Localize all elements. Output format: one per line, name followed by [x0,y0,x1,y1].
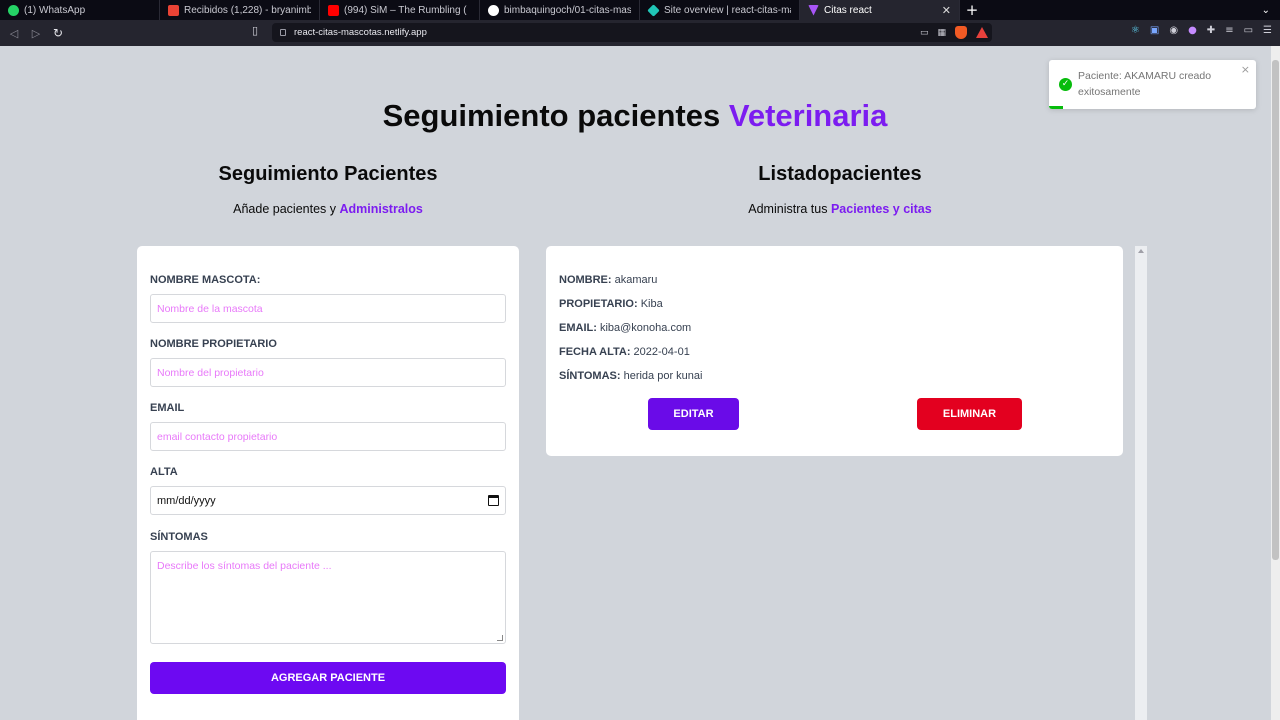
extension-circle-icon[interactable]: ◉ [1169,25,1178,36]
symptoms-placeholder: Describe los síntomas del paciente ... [157,560,332,572]
tab-youtube[interactable]: (994) SiM – The Rumbling ( [320,0,480,20]
patient-email-row: EMAIL: kiba@konoha.com [559,322,692,334]
cast-icon[interactable]: ▭ [920,28,929,38]
translate-icon[interactable]: ▣ [1150,25,1159,36]
edit-button[interactable]: EDITAR [648,398,739,430]
tab-whatsapp[interactable]: (1) WhatsApp [0,0,160,20]
list-scrollbar[interactable] [1135,246,1147,720]
pet-name-input[interactable]: Nombre de la mascota [150,294,506,323]
tab-github[interactable]: bimbaquingoch/01-citas-masc [480,0,640,20]
tab-netlify[interactable]: Site overview | react-citas-ma [640,0,800,20]
brave-rewards-icon[interactable] [976,27,988,38]
scroll-up-arrow-icon[interactable] [1138,249,1144,253]
brave-shield-icon[interactable] [955,26,967,39]
menu-icon[interactable]: ☰ [1263,25,1272,36]
owner-name-input[interactable]: Nombre del propietario [150,358,506,387]
page-scrollbar[interactable] [1271,46,1280,720]
extensions-puzzle-icon[interactable]: ✚ [1207,25,1215,36]
extension-ghost-icon[interactable]: ● [1188,25,1197,36]
wallet-icon[interactable]: ▭ [1244,25,1253,36]
lock-icon [280,29,286,36]
react-devtools-icon[interactable]: ⚛ [1131,25,1140,36]
email-input[interactable]: email contacto propietario [150,422,506,451]
playlist-icon[interactable]: ≡ [1225,25,1233,36]
github-icon [488,4,499,16]
back-button[interactable]: ◁ [3,27,25,40]
patient-form: NOMBRE MASCOTA: Nombre de la mascota NOM… [137,246,519,720]
bookmark-icon[interactable]: ▯ [252,24,258,37]
form-heading: Seguimiento Pacientes [218,163,438,185]
owner-name-label: NOMBRE PROPIETARIO [150,338,277,350]
patient-date-row: FECHA ALTA: 2022-04-01 [559,346,690,358]
email-label: EMAIL [150,402,185,414]
vite-icon [808,4,819,16]
patient-card: NOMBRE: akamaru PROPIETARIO: Kiba EMAIL:… [546,246,1123,456]
symptoms-textarea[interactable]: Describe los síntomas del paciente ... [150,551,506,644]
forward-button[interactable]: ▷ [25,27,47,40]
toast-message: Paciente: AKAMARU creado exitosamente [1078,70,1212,98]
qr-icon[interactable]: ▦ [937,28,946,38]
tab-list-chevron-icon[interactable]: ⌄ [1262,5,1280,16]
success-check-icon: ✓ [1059,78,1072,91]
form-subheading: Añade pacientes y Administralos [233,202,423,216]
calendar-icon[interactable] [488,495,499,506]
date-value: mm/dd/yyyy [157,494,216,507]
patient-name-row: NOMBRE: akamaru [559,274,658,286]
page-scrollbar-thumb[interactable] [1272,60,1279,560]
gmail-icon [168,4,179,16]
toast-close-icon[interactable]: × [1241,63,1250,76]
symptoms-label: SÍNTOMAS [150,531,208,543]
address-bar[interactable]: react-citas-mascotas.netlify.app ▭ ▦ [272,23,992,42]
add-patient-button[interactable]: AGREGAR PACIENTE [150,662,506,694]
toast-progress-bar [1049,106,1064,109]
tab-citas-react[interactable]: Citas react ✕ [800,0,960,20]
patient-owner-row: PROPIETARIO: Kiba [559,298,663,310]
close-tab-icon[interactable]: ✕ [936,4,951,17]
whatsapp-icon [8,4,19,16]
date-label: ALTA [150,466,178,478]
delete-button[interactable]: ELIMINAR [917,398,1022,430]
youtube-icon [328,4,339,16]
list-subheading: Administra tus Pacientes y citas [748,202,932,216]
reload-button[interactable]: ↻ [47,26,69,40]
tab-gmail[interactable]: Recibidos (1,228) - bryanimba [160,0,320,20]
browser-tab-bar: (1) WhatsApp Recibidos (1,228) - bryanim… [0,0,1280,20]
success-toast: ✓ Paciente: AKAMARU creado exitosamente … [1049,60,1256,109]
date-input[interactable]: mm/dd/yyyy [150,486,506,515]
browser-toolbar: ◁ ▷ ↻ ▯ react-citas-mascotas.netlify.app… [0,20,1280,46]
list-heading: Listadopacientes [758,163,922,185]
pet-name-label: NOMBRE MASCOTA: [150,274,261,286]
netlify-icon [647,3,660,17]
new-tab-button[interactable]: + [960,1,984,19]
patient-symptoms-row: SÍNTOMAS: herida por kunai [559,370,703,382]
resize-handle-icon[interactable] [497,635,503,641]
